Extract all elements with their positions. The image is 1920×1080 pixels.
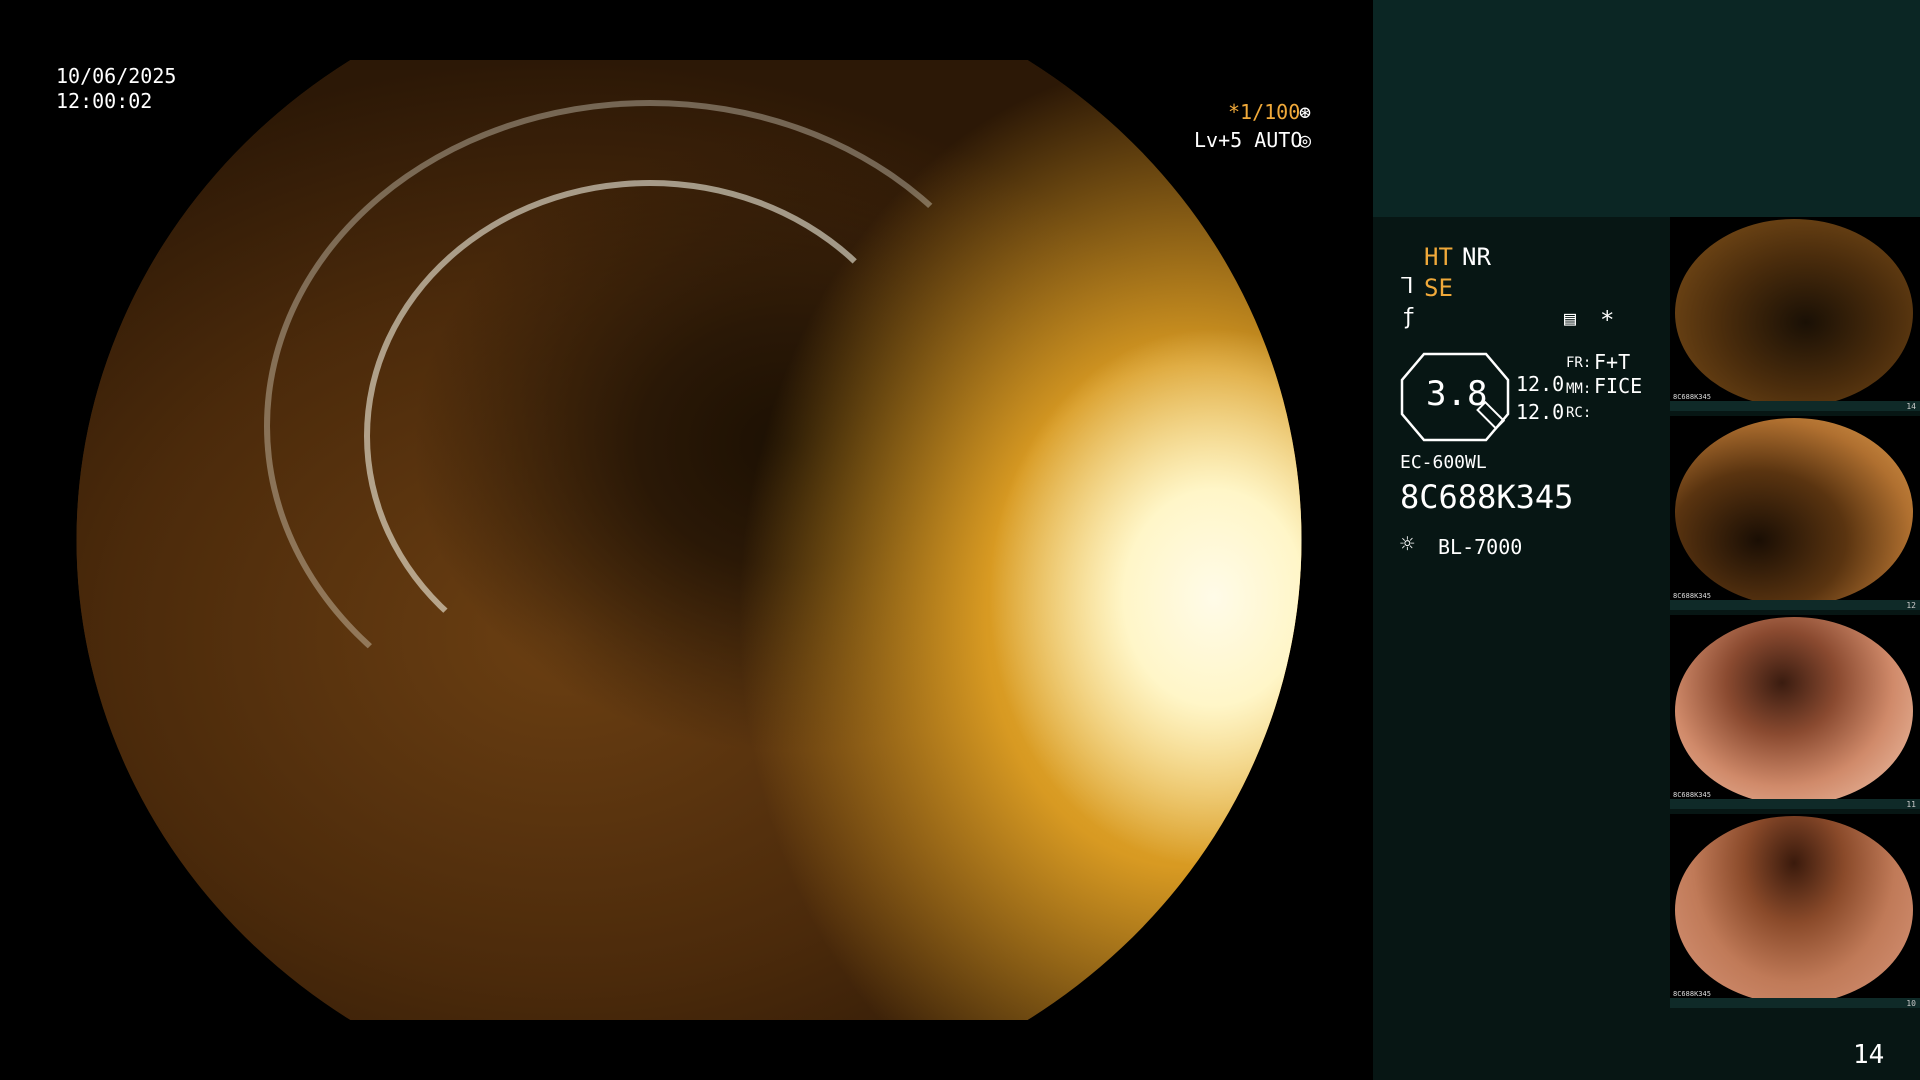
thumbnail[interactable]: 8C688K345 10 xyxy=(1670,814,1920,1008)
thumbnail-strip xyxy=(1670,799,1920,809)
endoscope-view: 10/06/2025 12:00:02 *1/100 ⊛ Lv+5 AUTO ◎ xyxy=(0,0,1373,1080)
date-label: 10/06/2025 xyxy=(56,64,177,88)
thumbnail-image xyxy=(1675,219,1913,407)
auto-iris-icon: ◎ xyxy=(1299,128,1312,152)
thumbnail-caption: 8C688K345 xyxy=(1673,592,1711,600)
thumbnail-number: 12 xyxy=(1906,601,1916,610)
rc-label: RC: xyxy=(1566,405,1592,421)
thumbnail-image xyxy=(1675,418,1913,606)
shutter-speed: *1/100 xyxy=(1228,100,1301,124)
zoom-indicator: 3.8 xyxy=(1400,352,1510,442)
thumbnail[interactable]: 8C688K345 12 xyxy=(1670,416,1920,610)
mucosal-fold xyxy=(264,100,1036,752)
se-indicator: SE xyxy=(1424,274,1453,302)
light-source-icon: ☼ xyxy=(1400,530,1415,558)
thumbnail[interactable]: 8C688K345 14 xyxy=(1670,217,1920,411)
mm-value: FICE xyxy=(1594,374,1643,398)
panel-header-area xyxy=(1373,0,1920,217)
zoom-value: 3.8 xyxy=(1426,374,1488,414)
fr-label: FR: xyxy=(1566,355,1592,371)
thumbnail-strip xyxy=(1670,401,1920,411)
thumbnail-number: 14 xyxy=(1906,402,1916,411)
ht-indicator: HT xyxy=(1424,243,1453,271)
thumbnail-number: 11 xyxy=(1906,800,1916,809)
thumbnail-image xyxy=(1675,617,1913,805)
thumbnail-number: 10 xyxy=(1906,999,1916,1008)
thumbnail-strip xyxy=(1670,998,1920,1008)
light-source: BL-7000 xyxy=(1438,535,1523,559)
scope-icon: ᒣ xyxy=(1400,274,1414,299)
settings-list-icon: ▤ xyxy=(1564,306,1577,330)
thumbnail-caption: 8C688K345 xyxy=(1673,791,1711,799)
endoscopic-image xyxy=(76,60,1302,1020)
thumbnail-caption: 8C688K345 xyxy=(1673,990,1711,998)
star-indicator: * xyxy=(1600,306,1615,334)
time-label: 12:00:02 xyxy=(56,89,153,113)
thumbnail-strip xyxy=(1670,600,1920,610)
f-symbol-icon: ƒ xyxy=(1402,305,1416,330)
info-panel: HT NR ᒣ SE ƒ ▤ * 3.8 12.0 12.0 FR: F+T M… xyxy=(1373,0,1920,1080)
value-b: 12.0 xyxy=(1516,400,1565,424)
mm-label: MM: xyxy=(1566,381,1592,397)
thumbnail-image xyxy=(1675,816,1913,1004)
nr-indicator: NR xyxy=(1462,243,1491,271)
thumbnail[interactable]: 8C688K345 11 xyxy=(1670,615,1920,809)
thumbnail-caption: 8C688K345 xyxy=(1673,393,1711,401)
aperture-icon: ⊛ xyxy=(1299,100,1312,124)
value-a: 12.0 xyxy=(1516,372,1565,396)
scope-serial: 8C688K345 xyxy=(1400,478,1574,516)
fr-value: F+T xyxy=(1594,350,1631,374)
page-number: 14 xyxy=(1853,1040,1885,1070)
exposure-level: Lv+5 AUTO xyxy=(1194,128,1303,152)
scope-model: EC-600WL xyxy=(1400,452,1487,473)
